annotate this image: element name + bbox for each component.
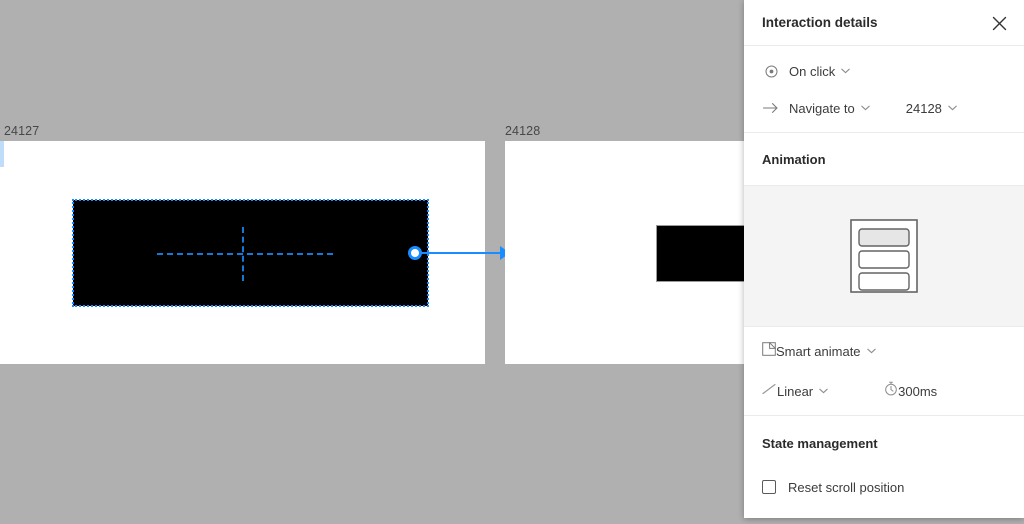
panel-title: Interaction details (762, 15, 878, 30)
destination-label: 24128 (905, 100, 942, 116)
transition-row[interactable]: Smart animate (744, 327, 1024, 367)
animation-section-header: Animation (744, 133, 1024, 186)
frame-label-24127[interactable]: 24127 (4, 124, 39, 138)
trigger-label: On click (789, 63, 836, 79)
chevron-down-icon (948, 105, 957, 111)
alignment-guide-vertical (242, 227, 244, 281)
close-icon[interactable] (986, 10, 1012, 36)
transition-dropdown[interactable]: Smart animate (776, 344, 876, 359)
chevron-down-icon (819, 388, 828, 394)
alignment-guide-horizontal (157, 253, 333, 255)
easing-duration-row[interactable]: Linear 300ms (744, 367, 1024, 415)
animation-preview[interactable] (744, 186, 1024, 327)
chevron-down-icon (866, 348, 876, 354)
frame-label-24128[interactable]: 24128 (505, 124, 540, 138)
frame-24127-edge-highlight (0, 141, 4, 167)
reset-scroll-checkbox[interactable] (762, 480, 776, 494)
easing-dropdown[interactable]: Linear (777, 384, 828, 399)
chevron-down-icon (841, 68, 850, 74)
animation-settings-section: Smart animate Linear 300ms (744, 327, 1024, 416)
state-management-section: State management Reset scroll position (744, 416, 1024, 504)
reset-scroll-row[interactable]: Reset scroll position (744, 470, 1024, 504)
state-management-header: State management (744, 416, 1024, 470)
app-root: 24127 24128 Interaction details On click… (0, 0, 1024, 524)
animation-preview-frame-icon (850, 219, 918, 293)
reset-scroll-label: Reset scroll position (788, 479, 905, 495)
arrow-right-icon (762, 99, 780, 117)
easing-label: Linear (777, 383, 814, 399)
action-type-dropdown[interactable]: Navigate to (789, 101, 870, 116)
trigger-row[interactable]: On click (744, 46, 1024, 84)
duration-field[interactable]: 300ms (884, 381, 937, 401)
state-management-title: State management (762, 435, 878, 451)
interaction-connector-handle[interactable] (408, 246, 422, 260)
stopwatch-icon (884, 381, 898, 401)
destination-dropdown[interactable]: 24128 (906, 101, 957, 116)
interaction-connector-line[interactable] (418, 252, 506, 254)
transition-label: Smart animate (776, 343, 861, 359)
linear-curve-icon (762, 382, 777, 400)
trigger-action-section: On click Navigate to 24128 (744, 46, 1024, 133)
chevron-down-icon (861, 105, 870, 111)
trigger-dropdown[interactable]: On click (789, 64, 850, 79)
panel-header: Interaction details (744, 0, 1024, 46)
interaction-details-panel: Interaction details On click Navigate to… (744, 0, 1024, 518)
target-icon (762, 62, 780, 80)
action-label: Navigate to (789, 100, 855, 116)
smart-animate-icon (762, 340, 777, 361)
action-row[interactable]: Navigate to 24128 (744, 84, 1024, 132)
animation-section-title: Animation (762, 151, 826, 167)
duration-value: 300ms (898, 383, 938, 399)
